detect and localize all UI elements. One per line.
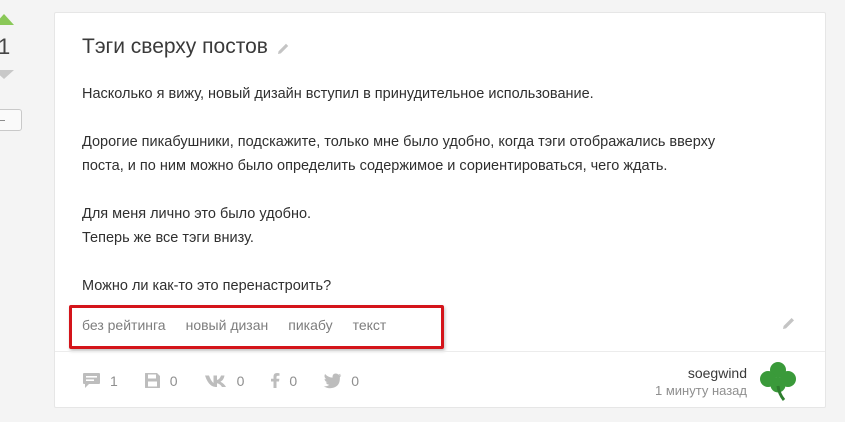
- comments-count: 1: [110, 372, 118, 389]
- post-paragraph: поста, и по ним можно было определить со…: [82, 158, 668, 174]
- post-content: Насколько я вижу, новый дизайн вступил в…: [82, 82, 802, 298]
- pencil-icon[interactable]: [277, 42, 290, 55]
- avatar-clover-icon[interactable]: [758, 360, 798, 402]
- post-paragraph: Теперь же все тэги внизу.: [82, 230, 254, 246]
- page: 1 Тэги сверху постов Насколько я вижу, н…: [0, 0, 845, 422]
- twitter-count: 0: [351, 372, 359, 389]
- collapse-post-button[interactable]: [0, 109, 22, 131]
- tag-no-rating[interactable]: без рейтинга: [82, 317, 166, 333]
- edit-tags-pencil-icon[interactable]: [782, 316, 796, 330]
- share-facebook-button[interactable]: 0: [270, 372, 297, 389]
- author-info: soegwind 1 минуту назад: [655, 364, 747, 400]
- tag-new-design[interactable]: новый дизан: [186, 317, 269, 333]
- save-icon: [144, 373, 160, 388]
- tag-text[interactable]: текст: [353, 317, 387, 333]
- post-paragraph: Можно ли как-то это перенастроить?: [82, 278, 332, 294]
- facebook-count: 0: [289, 372, 298, 389]
- post-paragraph: Насколько я вижу, новый дизайн вступил в…: [82, 86, 594, 102]
- rating-column: 1: [0, 0, 30, 140]
- post-paragraph: Для меня лично это было удобно.: [82, 206, 312, 222]
- save-button[interactable]: 0: [144, 372, 178, 389]
- comment-icon: [83, 373, 100, 388]
- author-name[interactable]: soegwind: [655, 364, 747, 382]
- tag-list: без рейтинга новый дизан пикабу текст: [82, 317, 386, 333]
- post-footer: 1 0 0 0 0 soegwind 1 минуту назад: [55, 351, 825, 409]
- post-card: Тэги сверху постов Насколько я вижу, нов…: [54, 12, 826, 408]
- post-paragraph: Дорогие пикабушники, подскажите, только …: [82, 134, 716, 150]
- vk-icon: [204, 375, 226, 387]
- tag-pikabu[interactable]: пикабу: [288, 317, 332, 333]
- post-time: 1 минуту назад: [655, 383, 747, 398]
- post-stats: 1 0 0 0 0: [82, 372, 385, 389]
- post-header: Тэги сверху постов: [82, 33, 290, 61]
- downvote-arrow-icon[interactable]: [0, 70, 14, 79]
- saves-count: 0: [169, 372, 178, 389]
- facebook-icon: [271, 373, 280, 388]
- twitter-icon: [323, 372, 342, 388]
- upvote-arrow-icon[interactable]: [0, 14, 14, 25]
- share-twitter-button[interactable]: 0: [323, 373, 359, 389]
- share-vk-button[interactable]: 0: [204, 372, 245, 389]
- post-title[interactable]: Тэги сверху постов: [82, 35, 268, 59]
- rating-count: 1: [0, 34, 11, 59]
- comments-button[interactable]: 1: [82, 372, 118, 389]
- vk-count: 0: [236, 372, 245, 389]
